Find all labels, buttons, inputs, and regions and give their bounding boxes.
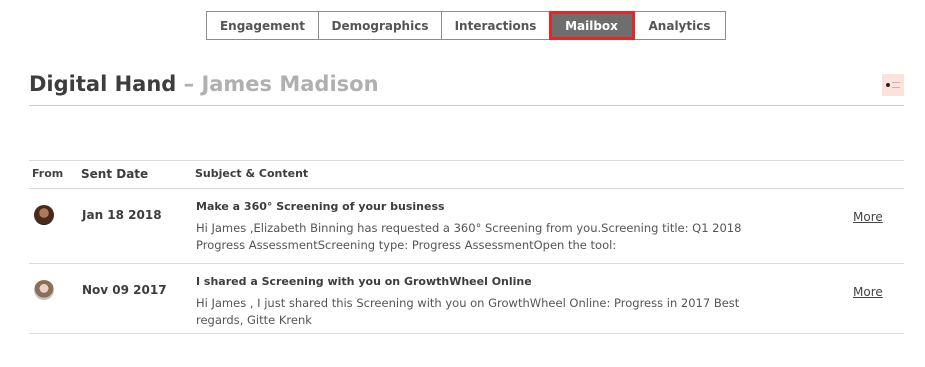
sender-avatar bbox=[34, 205, 54, 225]
table-row: Jan 18 2018 Make a 360° Screening of you… bbox=[29, 189, 904, 264]
sent-date: Nov 09 2017 bbox=[82, 283, 167, 297]
more-link[interactable]: More bbox=[853, 285, 883, 299]
column-header-from: From bbox=[32, 167, 64, 180]
page-header: Digital Hand – James Madison bbox=[29, 72, 904, 106]
person-name: James Madison bbox=[201, 72, 379, 96]
company-name: Digital Hand bbox=[29, 72, 177, 96]
logo-dot bbox=[886, 83, 890, 87]
table-row: Nov 09 2017 I shared a Screening with yo… bbox=[29, 264, 904, 334]
logo-lines bbox=[892, 82, 900, 88]
tab-engagement[interactable]: Engagement bbox=[207, 12, 319, 39]
column-header-subject: Subject & Content bbox=[195, 167, 309, 180]
sender-avatar bbox=[34, 280, 54, 300]
column-header-sent-date: Sent Date bbox=[81, 167, 149, 181]
mailbox-table: From Sent Date Subject & Content Jan 18 … bbox=[29, 160, 904, 334]
table-header: From Sent Date Subject & Content bbox=[29, 161, 904, 189]
company-logo-icon[interactable] bbox=[882, 74, 904, 96]
tab-bar: Engagement Demographics Interactions Mai… bbox=[206, 11, 726, 40]
page-title: Digital Hand – James Madison bbox=[29, 72, 379, 96]
message-content: Hi James , I just shared this Screening … bbox=[196, 296, 740, 327]
title-separator: – bbox=[183, 72, 195, 96]
message-subject: I shared a Screening with you on GrowthW… bbox=[196, 275, 532, 288]
message-content: Hi James ,Elizabeth Binning has requeste… bbox=[196, 221, 742, 252]
tab-analytics[interactable]: Analytics bbox=[634, 12, 725, 39]
tab-demographics[interactable]: Demographics bbox=[319, 12, 442, 39]
tab-mailbox[interactable]: Mailbox bbox=[549, 11, 635, 40]
sent-date: Jan 18 2018 bbox=[82, 208, 162, 222]
more-link[interactable]: More bbox=[853, 210, 883, 224]
tab-interactions[interactable]: Interactions bbox=[442, 12, 550, 39]
message-subject: Make a 360° Screening of your business bbox=[196, 200, 445, 213]
